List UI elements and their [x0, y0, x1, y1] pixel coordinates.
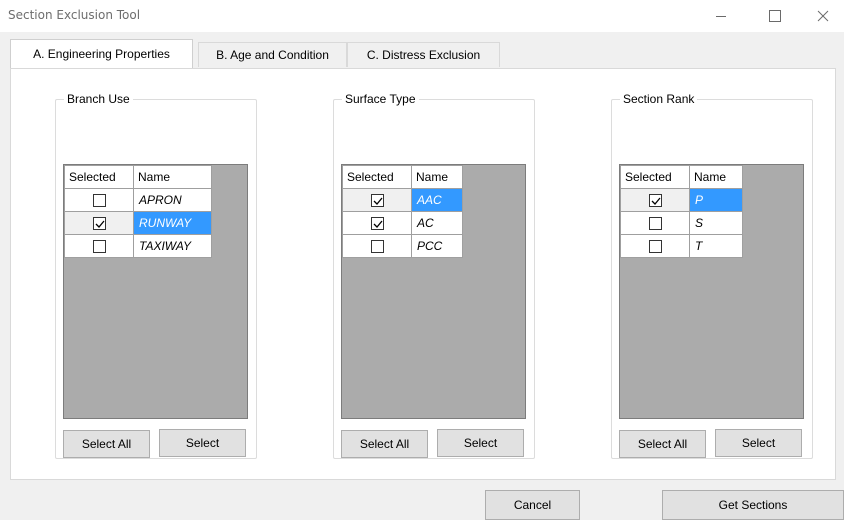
- name-cell[interactable]: AC: [411, 211, 463, 235]
- checkbox[interactable]: [92, 240, 106, 254]
- table-row[interactable]: APRON: [64, 188, 212, 212]
- selected-cell[interactable]: [620, 188, 690, 212]
- selected-cell[interactable]: [64, 211, 134, 235]
- surface-type-group: Surface Type Selected Name AAC AC PCC Se…: [333, 92, 535, 459]
- column-header-selected[interactable]: Selected: [620, 165, 690, 189]
- name-cell[interactable]: AAC: [411, 188, 463, 212]
- surface-type-select-button[interactable]: Select: [437, 429, 524, 457]
- checkbox[interactable]: [370, 194, 384, 208]
- checkbox[interactable]: [648, 240, 662, 254]
- surface-type-grid[interactable]: Selected Name AAC AC PCC: [341, 164, 526, 419]
- branch-use-select-button[interactable]: Select: [159, 429, 246, 457]
- branch-use-select-all-button[interactable]: Select All: [63, 430, 150, 458]
- surface-type-select-all-button[interactable]: Select All: [341, 430, 428, 458]
- table-row[interactable]: P: [620, 188, 743, 212]
- tab-age-and-condition[interactable]: B. Age and Condition: [198, 42, 347, 67]
- grid-header-row: Selected Name: [64, 165, 212, 189]
- section-rank-select-all-button[interactable]: Select All: [619, 430, 706, 458]
- name-cell[interactable]: APRON: [133, 188, 212, 212]
- name-cell[interactable]: T: [689, 234, 743, 258]
- tab-distress-exclusion[interactable]: C. Distress Exclusion: [347, 42, 500, 67]
- column-header-selected[interactable]: Selected: [64, 165, 134, 189]
- selected-cell[interactable]: [64, 188, 134, 212]
- get-sections-button[interactable]: Get Sections: [662, 490, 844, 520]
- name-cell[interactable]: S: [689, 211, 743, 235]
- cancel-button[interactable]: Cancel: [485, 490, 580, 520]
- section-rank-group: Section Rank Selected Name P S T Select …: [611, 92, 813, 459]
- column-header-selected[interactable]: Selected: [342, 165, 412, 189]
- table-row[interactable]: T: [620, 234, 743, 258]
- branch-use-group: Branch Use Selected Name APRON RUNWAY TA…: [55, 92, 257, 459]
- checkmark-icon: [373, 197, 382, 206]
- selected-cell[interactable]: [342, 211, 412, 235]
- minimize-button[interactable]: [698, 0, 744, 32]
- checkmark-icon: [95, 220, 104, 229]
- table-row[interactable]: PCC: [342, 234, 463, 258]
- section-rank-table: Selected Name P S T: [620, 165, 743, 258]
- section-rank-title: Section Rank: [620, 92, 698, 106]
- checkbox[interactable]: [648, 194, 662, 208]
- branch-use-title: Branch Use: [64, 92, 133, 106]
- checkbox[interactable]: [370, 217, 384, 231]
- grid-header-row: Selected Name: [342, 165, 463, 189]
- section-rank-grid[interactable]: Selected Name P S T: [619, 164, 804, 419]
- grid-header-row: Selected Name: [620, 165, 743, 189]
- name-cell[interactable]: TAXIWAY: [133, 234, 212, 258]
- column-header-name[interactable]: Name: [133, 165, 212, 189]
- table-row[interactable]: AAC: [342, 188, 463, 212]
- checkmark-icon: [651, 197, 660, 206]
- branch-use-grid[interactable]: Selected Name APRON RUNWAY TAXIWAY: [63, 164, 248, 419]
- section-rank-select-button[interactable]: Select: [715, 429, 802, 457]
- table-row[interactable]: TAXIWAY: [64, 234, 212, 258]
- selected-cell[interactable]: [342, 188, 412, 212]
- close-icon: [817, 10, 829, 22]
- name-cell[interactable]: RUNWAY: [133, 211, 212, 235]
- checkmark-icon: [373, 220, 382, 229]
- maximize-icon: [769, 10, 781, 22]
- table-row[interactable]: S: [620, 211, 743, 235]
- table-row[interactable]: AC: [342, 211, 463, 235]
- branch-use-table: Selected Name APRON RUNWAY TAXIWAY: [64, 165, 212, 258]
- tab-engineering-properties[interactable]: A. Engineering Properties: [10, 39, 193, 68]
- column-header-name[interactable]: Name: [689, 165, 743, 189]
- maximize-button[interactable]: [752, 0, 798, 32]
- name-cell[interactable]: PCC: [411, 234, 463, 258]
- engineering-properties-panel: Branch Use Selected Name APRON RUNWAY TA…: [10, 68, 836, 480]
- minimize-icon: [716, 16, 726, 17]
- close-button[interactable]: [800, 0, 844, 32]
- selected-cell[interactable]: [64, 234, 134, 258]
- checkbox[interactable]: [648, 217, 662, 231]
- selected-cell[interactable]: [620, 234, 690, 258]
- title-bar: Section Exclusion Tool: [0, 0, 844, 32]
- selected-cell[interactable]: [342, 234, 412, 258]
- checkbox[interactable]: [370, 240, 384, 254]
- window-title: Section Exclusion Tool: [8, 8, 141, 22]
- name-cell[interactable]: P: [689, 188, 743, 212]
- column-header-name[interactable]: Name: [411, 165, 463, 189]
- surface-type-table: Selected Name AAC AC PCC: [342, 165, 463, 258]
- table-row[interactable]: RUNWAY: [64, 211, 212, 235]
- selected-cell[interactable]: [620, 211, 690, 235]
- checkbox[interactable]: [92, 194, 106, 208]
- checkbox[interactable]: [92, 217, 106, 231]
- surface-type-title: Surface Type: [342, 92, 419, 106]
